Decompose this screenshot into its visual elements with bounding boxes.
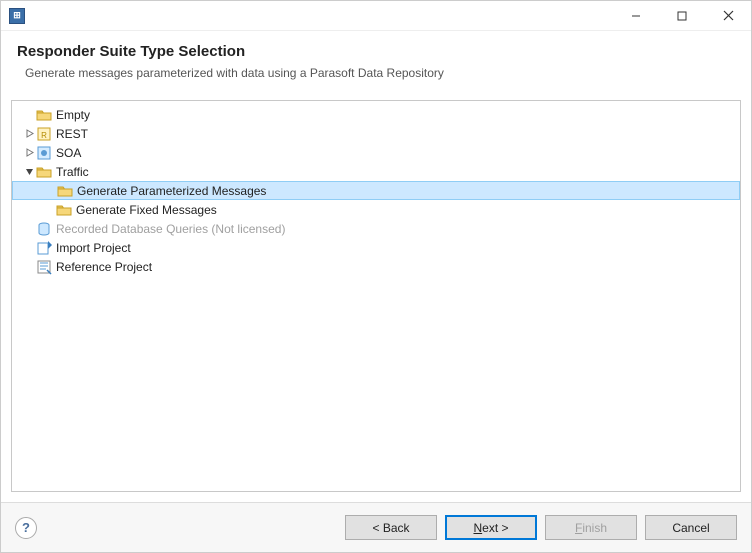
tree-item[interactable]: SOA bbox=[12, 143, 740, 162]
back-button-label: < Back bbox=[372, 521, 409, 535]
tree-item-label: Empty bbox=[56, 108, 90, 122]
finish-button-label: Finish bbox=[575, 521, 607, 535]
close-icon bbox=[723, 10, 734, 21]
maximize-button[interactable] bbox=[659, 1, 705, 31]
tree-item-label: Generate Fixed Messages bbox=[76, 203, 217, 217]
help-button[interactable]: ? bbox=[15, 517, 37, 539]
folder-icon bbox=[57, 183, 73, 199]
page-subtitle: Generate messages parameterized with dat… bbox=[17, 66, 735, 80]
ref-icon bbox=[36, 259, 52, 275]
cancel-button[interactable]: Cancel bbox=[645, 515, 737, 540]
minimize-button[interactable] bbox=[613, 1, 659, 31]
svg-text:R: R bbox=[41, 131, 47, 140]
tree-item-label: REST bbox=[56, 127, 88, 141]
rest-icon: R bbox=[36, 126, 52, 142]
cancel-button-label: Cancel bbox=[672, 521, 709, 535]
tree-item-label: Import Project bbox=[56, 241, 131, 255]
db-icon bbox=[36, 221, 52, 237]
import-icon bbox=[36, 240, 52, 256]
back-button[interactable]: < Back bbox=[345, 515, 437, 540]
titlebar: ⊞ bbox=[1, 1, 751, 31]
tree-item-label: SOA bbox=[56, 146, 81, 160]
chevron-right-icon[interactable] bbox=[22, 127, 36, 141]
content-area: Empty R REST SOA Traffic Generate Parameteriz… bbox=[1, 94, 751, 502]
tree-item: Recorded Database Queries (Not licensed) bbox=[12, 219, 740, 238]
tree-item-label: Reference Project bbox=[56, 260, 152, 274]
tree-item[interactable]: R REST bbox=[12, 124, 740, 143]
tree-item[interactable]: Traffic bbox=[12, 162, 740, 181]
tree-item-label: Recorded Database Queries (Not licensed) bbox=[56, 222, 285, 236]
folder-icon bbox=[36, 164, 52, 180]
soa-icon bbox=[36, 145, 52, 161]
next-button-label: Next > bbox=[473, 521, 508, 535]
tree-item-label: Traffic bbox=[56, 165, 89, 179]
maximize-icon bbox=[677, 11, 687, 21]
minimize-icon bbox=[631, 11, 641, 21]
wizard-footer: ? < Back Next > Finish Cancel bbox=[1, 502, 751, 552]
tree-item[interactable]: Empty bbox=[12, 105, 740, 124]
folder-icon bbox=[56, 202, 72, 218]
tree-item[interactable]: Generate Fixed Messages bbox=[12, 200, 740, 219]
tree-panel[interactable]: Empty R REST SOA Traffic Generate Parameteriz… bbox=[11, 100, 741, 492]
next-button[interactable]: Next > bbox=[445, 515, 537, 540]
tree-item[interactable]: Generate Parameterized Messages bbox=[12, 181, 740, 200]
tree-item-label: Generate Parameterized Messages bbox=[77, 184, 266, 198]
chevron-down-icon[interactable] bbox=[22, 165, 36, 179]
app-icon: ⊞ bbox=[9, 8, 25, 24]
tree-item[interactable]: Import Project bbox=[12, 238, 740, 257]
chevron-right-icon[interactable] bbox=[22, 146, 36, 160]
tree-item[interactable]: Reference Project bbox=[12, 257, 740, 276]
wizard-header: Responder Suite Type Selection Generate … bbox=[1, 31, 751, 94]
close-button[interactable] bbox=[705, 1, 751, 31]
finish-button: Finish bbox=[545, 515, 637, 540]
folder-icon bbox=[36, 107, 52, 123]
page-title: Responder Suite Type Selection bbox=[17, 43, 735, 60]
